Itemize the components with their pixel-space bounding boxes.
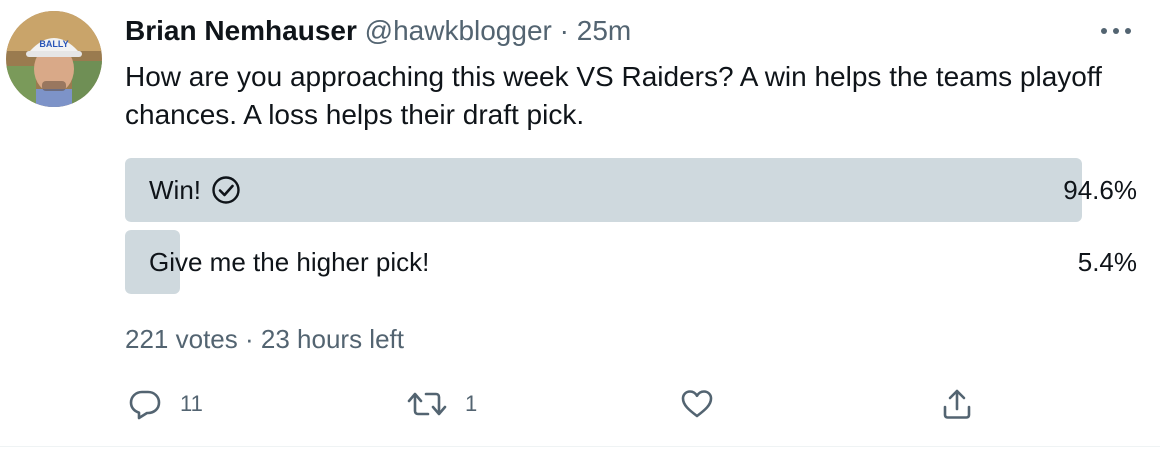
avatar[interactable]: BALLY — [6, 11, 102, 107]
like-icon — [681, 390, 713, 418]
poll-option-percent: 94.6% — [1063, 175, 1137, 205]
poll-votes: 221 votes — [125, 324, 238, 354]
header-separator: · — [559, 15, 569, 46]
poll: Win! 94.6% Give me the higher pick! 5.4% — [125, 158, 1137, 302]
tweet-text: How are you approaching this week VS Rai… — [125, 61, 1102, 130]
author-handle[interactable]: @hawkblogger — [365, 15, 552, 46]
poll-meta: 221 votes · 23 hours left — [125, 320, 404, 358]
poll-option-text: Give me the higher pick! — [149, 247, 430, 277]
tweet-actions: 11 1 — [125, 384, 1125, 424]
author-name[interactable]: Brian Nemhauser — [125, 15, 357, 46]
tweet: BALLY Brian Nemhauser @hawkblogger · 25m… — [0, 0, 1160, 468]
avatar-hat-text: BALLY — [39, 39, 68, 49]
poll-option-percent: 5.4% — [1077, 247, 1137, 277]
check-circle-icon — [212, 176, 240, 204]
poll-meta-separator: · — [244, 324, 254, 354]
reply-count: 11 — [180, 391, 203, 416]
more-button[interactable] — [1096, 14, 1136, 48]
poll-option-label: Give me the higher pick! — [149, 230, 429, 294]
reply-icon — [129, 390, 161, 420]
poll-option-win: Win! 94.6% — [125, 158, 1137, 222]
retweet-count: 1 — [465, 391, 478, 416]
tweet-time[interactable]: 25m — [577, 15, 631, 46]
share-button[interactable] — [940, 384, 992, 424]
more-icon — [1101, 28, 1131, 34]
reply-button[interactable]: 11 — [128, 384, 203, 424]
divider — [0, 446, 1160, 447]
like-button[interactable] — [680, 384, 732, 424]
share-icon — [943, 389, 971, 419]
retweet-button[interactable]: 1 — [407, 384, 477, 424]
poll-time-left: 23 hours left — [260, 324, 404, 354]
poll-option-label: Win! — [149, 158, 241, 222]
tweet-header: Brian Nemhauser @hawkblogger · 25m — [125, 12, 631, 50]
retweet-icon — [407, 392, 447, 416]
poll-option-text: Win! — [149, 175, 201, 205]
poll-bar — [125, 158, 1083, 222]
poll-option-higher-pick: Give me the higher pick! 5.4% — [125, 230, 1137, 294]
